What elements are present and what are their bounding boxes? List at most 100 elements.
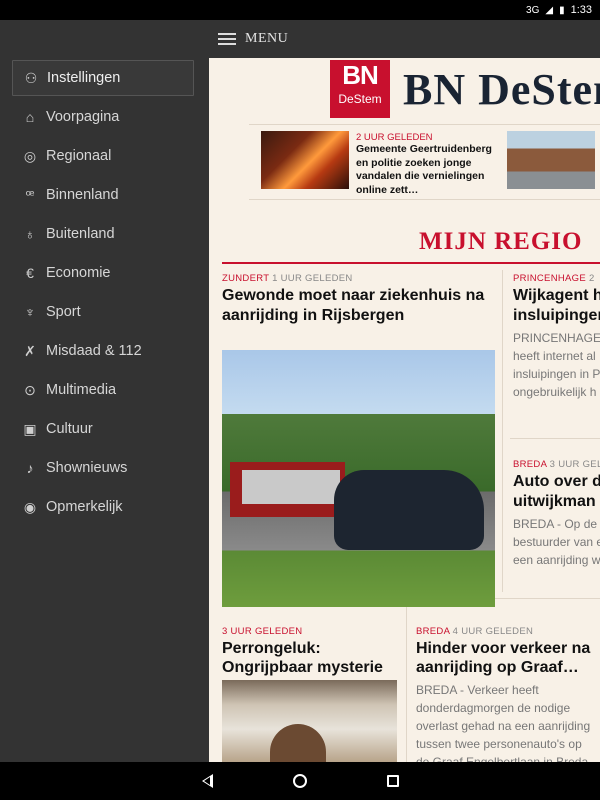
column-divider [406,606,407,762]
system-navigation-bar [0,762,600,800]
play-icon: ⊙ [24,381,36,398]
section-title: MIJN REGIO [419,228,583,255]
masthead: BN DeStem BN DeStem [209,58,600,120]
sidebar-item-misdaad[interactable]: ✗ Misdaad & 112 [12,333,194,369]
article-body: tussen twee personenauto's op [416,737,582,751]
sidebar-item-instellingen[interactable]: ⚇ Instellingen [12,60,194,96]
sidebar-item-label: Opmerkelijk [46,499,123,515]
sidebar-item-label: Binnenland [46,187,119,203]
app-window: MENU ⚇ Instellingen ⌂ Voorpagina ◎ Regio… [0,20,600,762]
article-location: BREDA [416,626,450,637]
article-time: 2 [588,273,595,284]
divider [249,124,600,125]
newspaper-page[interactable]: BN DeStem BN DeStem 2 UUR GELEDEN Gemeen… [209,58,600,762]
image-person [270,724,326,762]
signal-bars-icon: ◢ [545,4,554,16]
sidebar-item-label: Multimedia [46,382,117,398]
teaser-time: 2 UUR GELEDEN [356,132,433,143]
sidebar-item-regionaal[interactable]: ◎ Regionaal [12,138,194,174]
trophy-icon: ♆ [24,304,36,320]
sidebar-item-binnenland[interactable]: ꟹ Binnenland [12,177,194,213]
article-headline[interactable]: insluipingen [513,306,600,326]
status-bar: 3G ◢ ▮ 1:33 [0,0,600,20]
article-time: 4 UUR GELEDEN [452,626,534,637]
article-meta: PRINCENHAGE 2 [513,273,595,284]
sidebar-item-label: Voorpagina [46,109,120,125]
netherlands-map-icon: ꟹ [25,186,35,203]
signal-icon: 3G [526,4,540,16]
article-time: 1 UUR GELEDEN [272,273,353,284]
article-body: ongebruikelijk h [513,385,597,399]
sidebar-item-cultuur[interactable]: ▣ Cultuur [12,411,194,447]
article-image-accident[interactable] [222,350,495,607]
article-headline[interactable]: uitwijkman [513,492,596,512]
article-headline[interactable]: aanrijding op Graaf… [416,658,579,678]
battery-icon: ▮ [559,4,565,16]
sidebar-item-shownieuws[interactable]: ♪ Shownieuws [12,450,194,486]
article-image-station[interactable] [222,680,397,762]
article-meta: BREDA 3 UUR GELEDEN [513,459,600,470]
masthead-title: BN DeStem [403,65,600,114]
microphone-icon: ♪ [26,460,34,476]
sidebar-item-voorpagina[interactable]: ⌂ Voorpagina [12,99,194,135]
article-headline[interactable]: Perrongeluk: [222,639,321,659]
eye-icon: ◉ [23,498,37,515]
article-body: BREDA - Verkeer heeft [416,683,539,697]
logo-bn: BN [342,60,379,90]
article-meta: ZUNDERT 1 UUR GELEDEN [222,273,353,284]
article-headline[interactable]: Gewonde moet naar ziekenhuis na [222,286,484,306]
sidebar-item-label: Misdaad & 112 [46,343,142,359]
article-time: 3 UUR GELEDEN [549,459,600,470]
sidebar-item-sport[interactable]: ♆ Sport [12,294,194,330]
home-button-icon[interactable] [292,774,307,788]
sidebar-item-economie[interactable]: € Economie [12,255,194,291]
sidebar-item-label: Economie [46,265,111,281]
hamburger-menu-icon[interactable] [218,33,236,45]
divider [249,199,600,200]
article-headline[interactable]: Ongrijpbaar mysterie [222,658,383,678]
article-meta: BREDA 4 UUR GELEDEN [416,626,533,637]
recent-apps-icon[interactable] [386,775,399,787]
article-body: heeft internet al [513,349,596,363]
teaser-headline[interactable]: Gemeente Geertruidenberg en politie zoek… [356,143,504,197]
article-body: BREDA - Op de E [513,517,600,531]
menu-button[interactable]: MENU [245,31,288,47]
back-icon[interactable] [201,774,213,788]
article-meta: 3 UUR GELEDEN [222,626,302,637]
teaser-image-fire[interactable] [261,131,349,189]
sidebar-item-label: Cultuur [46,421,93,437]
sidebar-menu: ⚇ Instellingen ⌂ Voorpagina ◎ Regionaal … [0,58,207,762]
article-location: PRINCENHAGE [513,273,586,284]
globe-icon: ♁ [24,226,36,242]
euro-icon: € [26,265,34,281]
user-icon: ⚇ [24,69,38,86]
column-divider [502,270,503,592]
sidebar-item-label: Sport [46,304,81,320]
article-headline[interactable]: aanrijding in Rijsbergen [222,306,404,326]
article-headline[interactable]: Wijkagent h [513,286,600,306]
logo-destem: DeStem [330,92,390,106]
teaser-image-building[interactable] [507,131,595,189]
article-headline[interactable]: Hinder voor verkeer na [416,639,590,659]
article-headline[interactable]: Auto over d [513,472,600,492]
sidebar-item-label: Instellingen [47,70,121,86]
status-time: 1:33 [570,4,592,16]
sidebar-item-label: Shownieuws [46,460,128,476]
sidebar-item-buitenland[interactable]: ♁ Buitenland [12,216,194,252]
article-body: PRINCENHAGE - [513,331,600,345]
home-icon: ⌂ [25,109,35,125]
sidebar-item-label: Regionaal [46,148,112,164]
crime-icon: ✗ [24,342,36,359]
article-location: BREDA [513,459,547,470]
picture-icon: ▣ [23,420,37,437]
article-body: een aanrijding w [513,553,600,567]
article-body: insluipingen in P [513,367,600,381]
article-body: overlast gehad na een aanrijding [416,719,591,733]
brand-logo: BN DeStem [330,60,390,118]
article-location: ZUNDERT [222,273,270,284]
sidebar-item-multimedia[interactable]: ⊙ Multimedia [12,372,194,408]
image-car [334,470,484,550]
divider [510,438,600,439]
sidebar-item-opmerkelijk[interactable]: ◉ Opmerkelijk [12,489,194,525]
location-icon: ◎ [23,147,37,164]
